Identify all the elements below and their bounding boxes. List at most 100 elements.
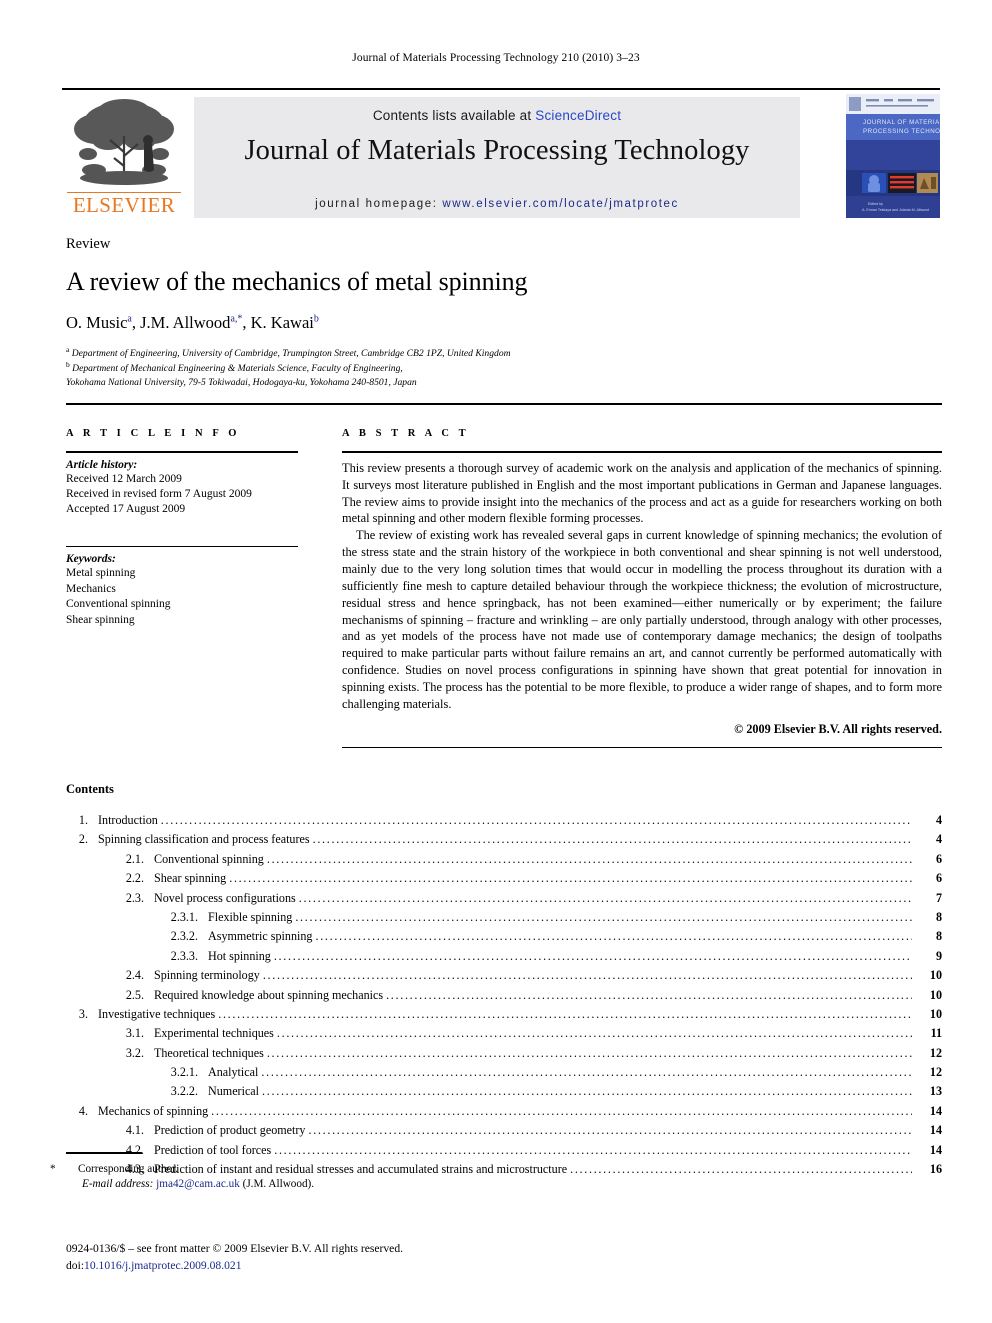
doi-link[interactable]: 10.1016/j.jmatprotec.2009.08.021 bbox=[84, 1259, 241, 1272]
journal-cover-thumbnail: JOURNAL OF MATERIALS PROCESSING TECHNOLO… bbox=[846, 94, 940, 218]
affiliation-marker: a bbox=[66, 345, 70, 354]
contents-item-number: 3.1. bbox=[125, 1026, 144, 1041]
contents-item-number: 2.5. bbox=[125, 987, 144, 1002]
contents-leader-dots: ........................................… bbox=[229, 872, 912, 885]
contents-item[interactable]: 2.4. Spinning terminology................… bbox=[66, 969, 942, 988]
contents-item-label: Spinning classification and process feat… bbox=[98, 832, 310, 847]
doi-label: doi: bbox=[66, 1259, 85, 1273]
contents-item-number: 2.4. bbox=[125, 968, 144, 983]
contents-item-page: 8 bbox=[935, 909, 942, 924]
author-list: O. Musica, J.M. Allwooda,*, K. Kawaib bbox=[66, 313, 319, 332]
keywords-label: Keywords: bbox=[66, 553, 116, 566]
contents-item-number: 2.3.3. bbox=[170, 948, 198, 963]
contents-item-number: 3.2.1. bbox=[170, 1065, 198, 1080]
contents-item-label: Experimental techniques bbox=[154, 1026, 274, 1041]
contents-item[interactable]: 3.2. Theoretical techniques..............… bbox=[66, 1047, 942, 1066]
contents-leader-dots: ........................................… bbox=[315, 930, 912, 943]
contents-item-label: Hot spinning bbox=[208, 948, 271, 963]
corresponding-author-footnote: * Corresponding author. E-mail address: j… bbox=[50, 1152, 496, 1193]
contents-item[interactable]: 2.2. Shear spinning......................… bbox=[66, 872, 942, 891]
author-name-1: O. Music bbox=[66, 313, 128, 332]
contents-leader-dots: ........................................… bbox=[308, 1124, 912, 1137]
contents-item-label: Shear spinning bbox=[154, 871, 227, 886]
paper-page: Journal of Materials Processing Technolo… bbox=[0, 0, 992, 1323]
contents-item[interactable]: 3.2.2. Numerical.........................… bbox=[66, 1085, 942, 1104]
contents-item[interactable]: 4. Mechanics of spinning.................… bbox=[66, 1105, 942, 1124]
corresponding-author-line: * Corresponding author. bbox=[50, 1162, 496, 1177]
contents-leader-dots: ........................................… bbox=[266, 852, 912, 865]
contents-item[interactable]: 2.3.1. Flexible spinning.................… bbox=[66, 911, 942, 930]
contents-item-page: 13 bbox=[929, 1084, 942, 1099]
copyright-line: © 2009 Elsevier B.V. All rights reserved… bbox=[734, 721, 942, 736]
corresponding-author-text: Corresponding author. bbox=[78, 1162, 179, 1175]
sciencedirect-link[interactable]: ScienceDirect bbox=[535, 108, 621, 123]
affiliation-line: Yokohama National University, 79-5 Tokiw… bbox=[66, 376, 942, 389]
abstract-rule bbox=[342, 451, 942, 453]
contents-item[interactable]: 3.1. Experimental techniques.............… bbox=[66, 1027, 942, 1046]
affiliation-line: a Department of Engineering, University … bbox=[66, 345, 942, 360]
contents-leader-dots: ........................................… bbox=[276, 1027, 912, 1040]
title-block: Review A review of the mechanics of meta… bbox=[66, 236, 942, 389]
article-info-heading: A R T I C L E I N F O bbox=[66, 428, 241, 439]
abstract-section: A B S T R A C T This review presents a t… bbox=[342, 428, 942, 749]
email-link[interactable]: jma42@cam.ac.uk bbox=[156, 1178, 240, 1190]
footnote-star: * bbox=[50, 1162, 56, 1175]
svg-text:PROCESSING TECHNOLOGY: PROCESSING TECHNOLOGY bbox=[863, 128, 940, 135]
contents-leader-dots: ........................................… bbox=[386, 988, 912, 1001]
contents-leader-dots: ........................................… bbox=[262, 1085, 912, 1098]
contents-item[interactable]: 2.3.3. Hot spinning......................… bbox=[66, 950, 942, 969]
contents-item-number: 3.2. bbox=[125, 1045, 144, 1060]
contents-item[interactable]: 2. Spinning classification and process fe… bbox=[66, 833, 942, 852]
contents-leader-dots: ........................................… bbox=[261, 1066, 912, 1079]
journal-cover-art-icon: JOURNAL OF MATERIALS PROCESSING TECHNOLO… bbox=[846, 94, 940, 218]
page-title: A review of the mechanics of metal spinn… bbox=[66, 267, 528, 296]
contents-item-label: Asymmetric spinning bbox=[208, 929, 313, 944]
article-history-item: Accepted 17 August 2009 bbox=[66, 503, 186, 516]
email-line: E-mail address: jma42@cam.ac.uk (J.M. Al… bbox=[66, 1177, 496, 1192]
contents-item-page: 10 bbox=[929, 968, 942, 983]
author-name-2: J.M. Allwood bbox=[140, 313, 231, 332]
author-affil-marker-2: a,* bbox=[230, 313, 243, 325]
contents-item[interactable]: 2.3. Novel process configurations........… bbox=[66, 890, 942, 911]
contents-item[interactable]: 2.5. Required knowledge about spinning me… bbox=[66, 987, 942, 1008]
running-head: Journal of Materials Processing Technolo… bbox=[352, 52, 640, 64]
contents-item-page: 11 bbox=[930, 1026, 942, 1041]
contents-item-label: Analytical bbox=[208, 1065, 259, 1080]
contents-list: 1. Introduction..........................… bbox=[66, 814, 942, 1182]
journal-homepage-line: journal homepage: www.elsevier.com/locat… bbox=[194, 198, 800, 210]
contents-item-page: 14 bbox=[929, 1103, 942, 1118]
contents-item[interactable]: 2.1. Conventional spinning...............… bbox=[66, 853, 942, 872]
imprint-block: 0924-0136/$ – see front matter © 2009 El… bbox=[66, 1240, 626, 1275]
contents-item[interactable]: 3. Investigative techniques..............… bbox=[66, 1008, 942, 1027]
journal-homepage-link[interactable]: www.elsevier.com/locate/jmatprotec bbox=[442, 198, 679, 210]
contents-section: Contents 1. Introduction.................… bbox=[66, 782, 942, 1182]
keywords-rule bbox=[66, 545, 298, 548]
contents-leader-dots: ........................................… bbox=[295, 910, 912, 924]
contents-item-page: 4 bbox=[935, 813, 942, 827]
contents-item-label: Required knowledge about spinning mechan… bbox=[154, 987, 384, 1002]
keyword-item: Shear spinning bbox=[66, 613, 135, 626]
contents-item-number: 2. bbox=[78, 832, 88, 847]
affiliation-list: a Department of Engineering, University … bbox=[66, 345, 942, 389]
affiliation-marker: b bbox=[66, 360, 70, 370]
affiliation-line: b Department of Mechanical Engineering &… bbox=[66, 360, 942, 375]
journal-title: Journal of Materials Processing Technolo… bbox=[244, 135, 750, 166]
contents-item[interactable]: 4.1. Prediction of product geometry......… bbox=[66, 1124, 942, 1143]
contents-item-number: 2.3. bbox=[125, 890, 144, 905]
affiliation-text: Department of Mechanical Engineering & M… bbox=[72, 363, 403, 375]
contents-item-page: 14 bbox=[929, 1142, 942, 1157]
abstract-heading: A B S T R A C T bbox=[342, 428, 470, 439]
contents-item[interactable]: 1. Introduction..........................… bbox=[66, 814, 942, 833]
contents-item-page: 4 bbox=[935, 832, 942, 847]
contents-item[interactable]: 2.3.2. Asymmetric spinning...............… bbox=[66, 930, 942, 949]
abstract-paragraph: The review of existing work has revealed… bbox=[342, 528, 942, 711]
contents-item[interactable]: 3.2.1. Analytical........................… bbox=[66, 1066, 942, 1085]
keyword-item: Conventional spinning bbox=[66, 598, 171, 611]
journal-homepage-label: journal homepage: bbox=[315, 198, 438, 210]
abstract-section-top-rule bbox=[66, 403, 942, 405]
contents-item-label: Novel process configurations bbox=[154, 890, 296, 905]
contents-item-label: Conventional spinning bbox=[154, 851, 264, 866]
contents-item-number: 3. bbox=[78, 1006, 88, 1021]
contents-item-page: 6 bbox=[935, 851, 942, 866]
